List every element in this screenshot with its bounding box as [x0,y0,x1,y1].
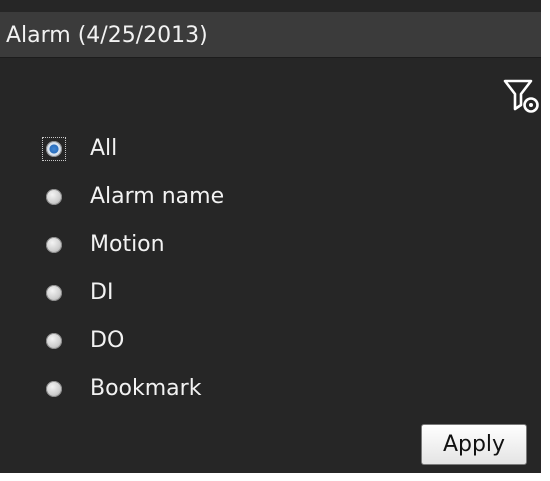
filter-settings-icon[interactable] [501,76,541,116]
radio-label: DO [90,328,125,353]
radio-button-selected[interactable] [46,141,62,157]
radio-button[interactable] [46,381,62,397]
radio-button[interactable] [46,237,62,253]
radio-label: Alarm name [90,184,225,209]
radio-button[interactable] [46,189,62,205]
alarm-filter-panel: Alarm (4/25/2013) All Alarm name Motion … [0,0,541,473]
radio-label: Motion [90,232,165,257]
panel-header: Alarm (4/25/2013) [0,12,541,58]
apply-button[interactable]: Apply [421,424,527,465]
radio-label: All [90,136,118,161]
radio-button[interactable] [46,333,62,349]
panel-title: Alarm (4/25/2013) [6,23,208,48]
radio-button[interactable] [46,285,62,301]
radio-label: DI [90,280,114,305]
radio-label: Bookmark [90,376,202,401]
